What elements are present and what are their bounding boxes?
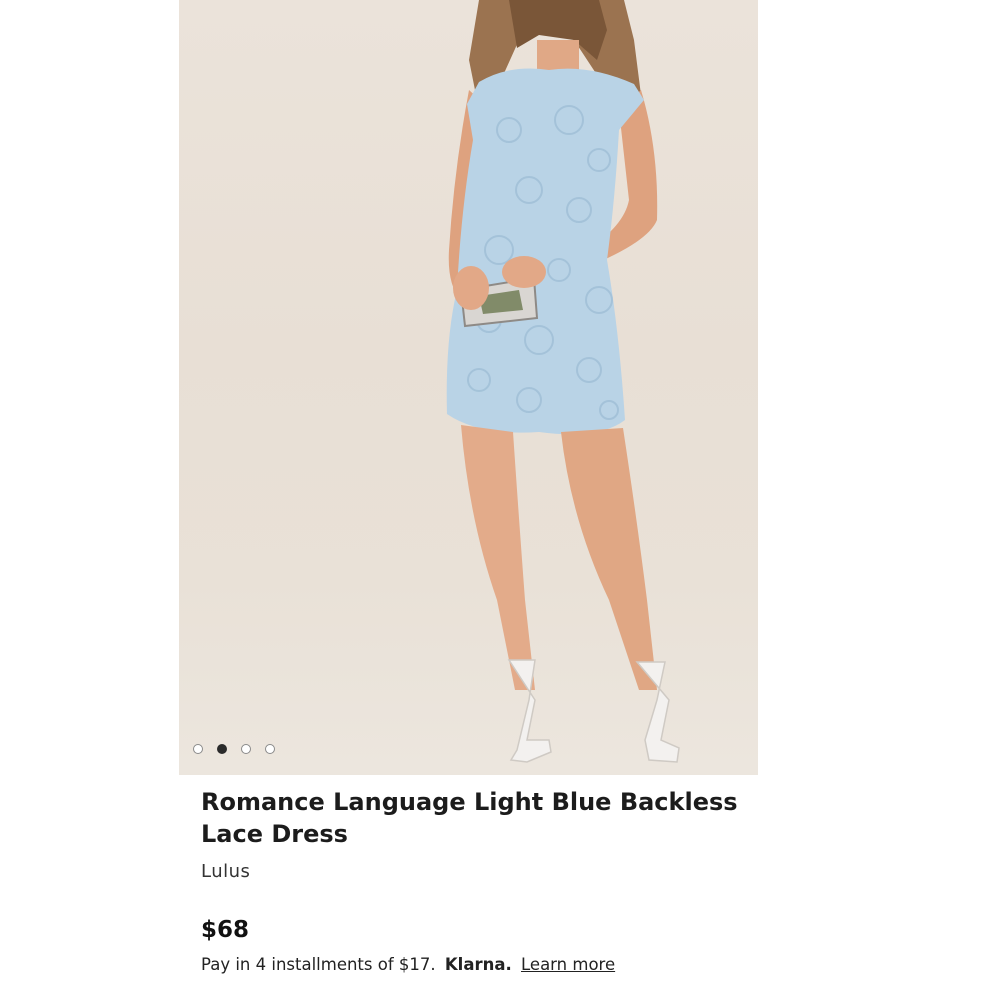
carousel-dot-3[interactable] xyxy=(241,744,251,754)
model-illustration xyxy=(446,0,680,763)
product-image[interactable] xyxy=(179,0,758,775)
installments-info: Pay in 4 installments of $17. Klarna. Le… xyxy=(201,955,615,974)
klarna-logo: Klarna. xyxy=(444,955,512,974)
carousel-dot-4[interactable] xyxy=(265,744,275,754)
product-title[interactable]: Romance Language Light Blue Backless Lac… xyxy=(201,786,761,850)
carousel-dot-2[interactable] xyxy=(217,744,227,754)
learn-more-link[interactable]: Learn more xyxy=(521,955,615,974)
carousel-dot-1[interactable] xyxy=(193,744,203,754)
product-price: $68 xyxy=(201,917,250,943)
product-brand[interactable]: Lulus xyxy=(201,861,250,882)
product-card: Romance Language Light Blue Backless Lac… xyxy=(179,0,758,1000)
carousel-dots xyxy=(193,744,275,754)
installments-text: Pay in 4 installments of $17. xyxy=(201,955,436,974)
